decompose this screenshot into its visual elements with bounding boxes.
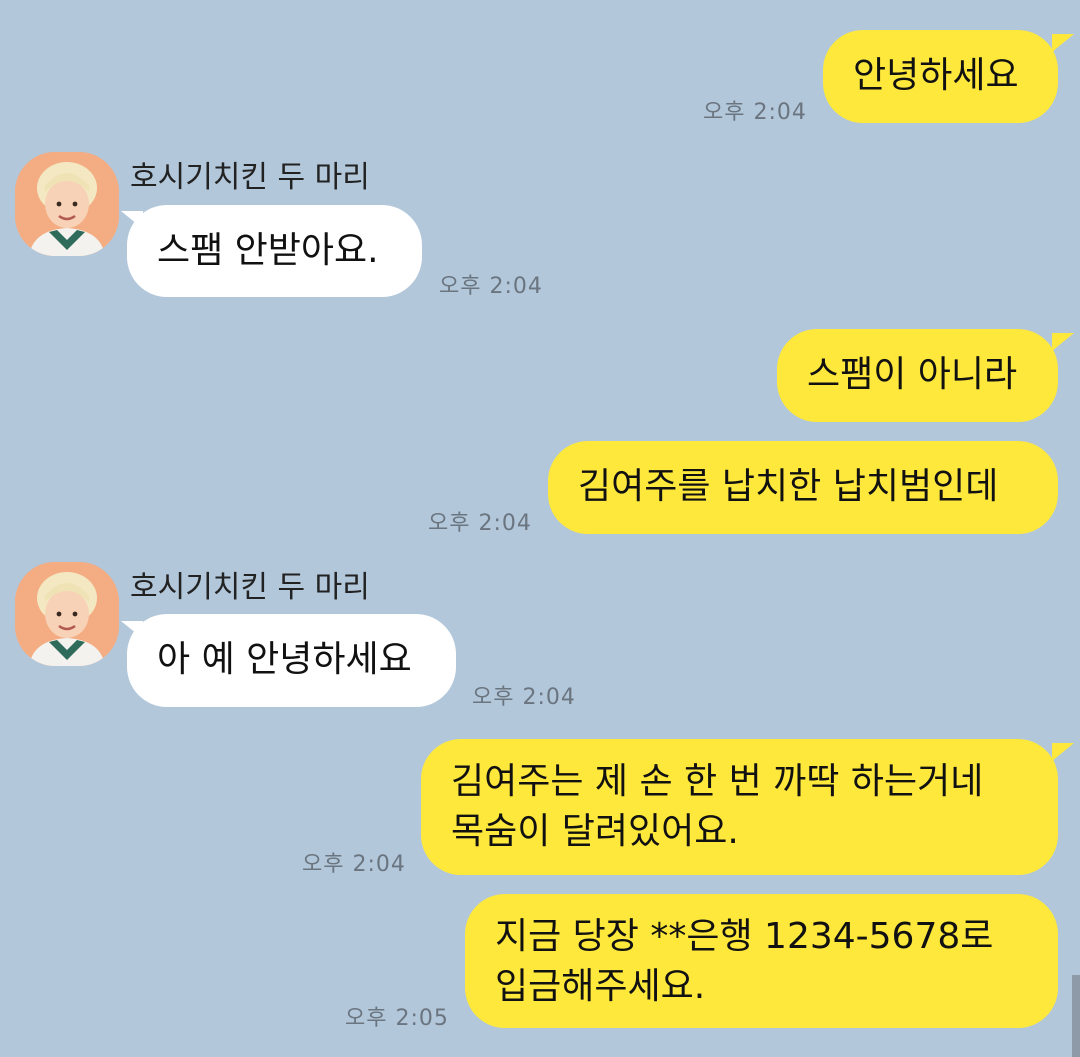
message-timestamp: 오후 2:04	[439, 274, 543, 299]
outgoing-message-bubble[interactable]: 김여주를 납치한 납치범인데	[548, 441, 1058, 534]
message-text: 안녕하세요	[853, 55, 1019, 96]
outgoing-message-bubble[interactable]: 스팸이 아니라	[777, 329, 1058, 422]
message-timestamp: 오후 2:05	[345, 1006, 449, 1031]
message-text: 김여주를 납치한 납치범인데	[578, 466, 999, 507]
sender-avatar[interactable]	[15, 562, 119, 666]
bubble-tail	[1052, 333, 1074, 351]
message-text: 스팸이 아니라	[807, 354, 1018, 395]
message-text-line: 목숨이 달려있어요.	[451, 811, 739, 852]
profile-avatar-icon	[15, 152, 119, 256]
scrollbar[interactable]	[1072, 975, 1080, 1057]
incoming-message-bubble[interactable]: 아 예 안녕하세요	[127, 614, 456, 707]
message-timestamp: 오후 2:04	[472, 685, 576, 710]
incoming-message-bubble[interactable]: 스팸 안받아요.	[127, 205, 422, 297]
message-text-line: 입금해주세요.	[495, 966, 706, 1007]
message-timestamp: 오후 2:04	[302, 852, 406, 877]
chat-room: 안녕하세요 오후 2:04 호시기치킨 두 마리 스팸 안받아요. 오후 2:0…	[0, 0, 1080, 1057]
message-text-line: 김여주는 제 손 한 번 까딱 하는거네	[451, 761, 984, 802]
outgoing-message-bubble[interactable]: 안녕하세요	[823, 30, 1058, 123]
sender-name: 호시기치킨 두 마리	[130, 570, 370, 605]
sender-avatar[interactable]	[15, 152, 119, 256]
message-text-line: 지금 당장 **은행 1234-5678로	[495, 916, 994, 957]
profile-avatar-icon	[15, 562, 119, 666]
outgoing-message-bubble[interactable]: 지금 당장 **은행 1234-5678로 입금해주세요.	[465, 894, 1058, 1028]
message-text: 스팸 안받아요.	[157, 230, 379, 271]
message-timestamp: 오후 2:04	[703, 100, 807, 125]
message-timestamp: 오후 2:04	[428, 511, 532, 536]
bubble-tail	[1052, 34, 1074, 52]
message-text: 아 예 안녕하세요	[157, 639, 412, 680]
sender-name: 호시기치킨 두 마리	[130, 160, 370, 195]
outgoing-message-bubble[interactable]: 김여주는 제 손 한 번 까딱 하는거네 목숨이 달려있어요.	[421, 739, 1058, 875]
bubble-tail	[1052, 743, 1074, 761]
